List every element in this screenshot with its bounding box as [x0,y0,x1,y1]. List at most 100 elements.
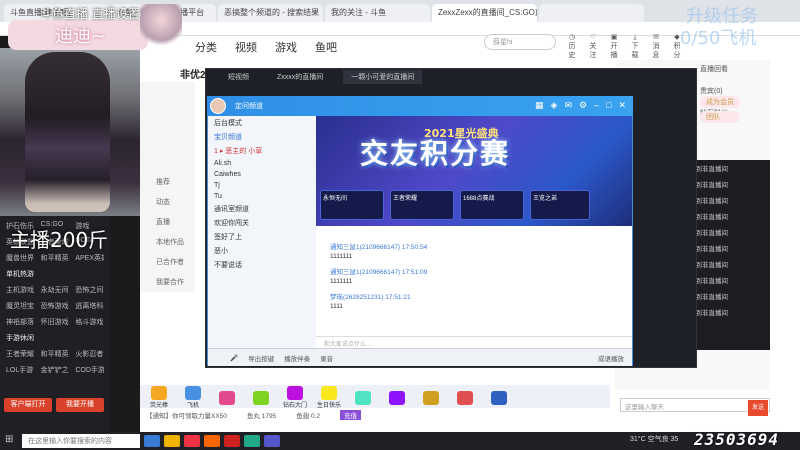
category-item[interactable]: 火影忍者 [75,349,104,359]
gift-item[interactable] [246,390,276,405]
maximize-icon[interactable]: □ [606,100,611,111]
menu-cooperate[interactable]: 我要合作 [140,272,195,292]
tree-item[interactable]: 不要说话 [208,258,316,272]
category-item[interactable]: 恐怖游戏 [41,301,70,311]
category-item[interactable]: 王者荣耀 [6,349,35,359]
gift-item[interactable] [382,390,412,405]
tree-item[interactable]: 1 ▸ 恶主的 小草 [208,144,316,158]
gift-item[interactable]: 生日快乐 [314,386,344,409]
menu-dynamic[interactable]: 动态 [140,192,195,212]
menu-local[interactable]: 本地作品 [140,232,195,252]
minimize-icon[interactable]: – [594,100,599,111]
yy-message-input[interactable]: 和大家说点什么... [316,336,632,348]
gift-item[interactable] [450,390,480,405]
banner-card[interactable]: 王览之弟 [530,190,590,220]
mic-icon[interactable]: 🎤 [230,354,238,362]
category-item[interactable]: 魔兽世界 [6,253,35,263]
nav-fishbar[interactable]: 鱼吧 [315,39,337,55]
client-tab[interactable]: 短视频 [220,70,257,84]
taskbar-search-input[interactable]: 在这里输入你要搜索的内容 [22,434,140,448]
team-button[interactable]: 团队 [700,111,740,123]
gift-item[interactable] [348,390,378,405]
client-tab-active[interactable]: 一颗小可爱的直播间 [343,70,423,84]
settings-icon[interactable]: ⚙ [579,100,587,111]
nav-game[interactable]: 游戏 [275,39,297,55]
tree-item[interactable]: 宝贝频道 [208,130,316,144]
client-tab[interactable]: Zxxxx的直播间 [269,70,331,84]
close-icon[interactable]: ✕ [619,100,627,111]
windows-start-icon[interactable]: ⊞ [5,434,13,445]
app-icon[interactable] [264,435,280,447]
category-item[interactable]: 怀旧游戏 [41,317,70,327]
gift-icon[interactable]: ◈ [551,100,558,111]
gift-item[interactable] [416,390,446,405]
tree-item[interactable]: 通讯室频道 [208,202,316,216]
accompaniment-button[interactable]: 播放伴奏 [284,353,310,363]
category-item[interactable]: LOL手游 [6,365,35,375]
task-view-icon[interactable] [144,435,160,447]
app-icon[interactable] [224,435,240,447]
category-item[interactable]: 和平精英 [41,349,70,359]
category-item[interactable]: 格斗游戏 [75,317,104,327]
tree-item[interactable]: Ali.sh [208,158,316,169]
nav-category[interactable]: 分类 [195,39,217,55]
avatar[interactable] [210,98,226,114]
browser-tab[interactable]: 恶搞整个频道的 - 搜索结果 [218,4,323,22]
category-item[interactable]: COD手游 [75,365,104,375]
menu-live[interactable]: 直播 [140,212,195,232]
menu-partners[interactable]: 已合作者 [140,252,195,272]
app-icon[interactable] [244,435,260,447]
gift-item[interactable]: 荧光棒 [144,386,174,409]
browser-tab[interactable] [539,4,644,22]
open-client-button[interactable]: 客户端打开 [4,398,52,412]
broadcast-icon[interactable]: ▣ 开播 [608,33,620,60]
browser-tab-active[interactable]: ZexxZexx的直播间_CS:GO直播_斗... [432,4,537,22]
file-explorer-icon[interactable] [164,435,180,447]
gift-item[interactable]: 飞机 [178,386,208,409]
category-item[interactable]: 主机游戏 [6,285,35,295]
message-icon[interactable]: ✉ 消息 [650,33,662,60]
export-button[interactable]: 导出按键 [248,353,274,363]
app-icon[interactable] [184,435,200,447]
tab-replay[interactable]: 直播回看 [700,64,728,74]
category-item[interactable]: APEX英雄 [75,253,104,263]
banner-card[interactable]: 王者荣耀 [390,190,454,220]
start-broadcast-button[interactable]: 我要开播 [56,398,104,412]
category-item[interactable]: 魔灵坦宝 [6,301,35,311]
recharge-button[interactable]: 充值 [340,410,362,420]
mail-icon[interactable]: ✉ [564,100,572,111]
category-row: LOL手游金铲铲之战 COD手游 [0,362,110,378]
history-icon[interactable]: ◷ 历史 [566,33,578,60]
tree-item[interactable]: 恶小 [208,244,316,258]
category-item[interactable]: 和平精英 [41,253,70,263]
download-icon[interactable]: ⤓ 下载 [629,33,641,60]
browser-tab[interactable]: 我的关注 - 斗鱼 [325,4,430,22]
become-member-button[interactable]: 成为会员 [700,96,740,108]
category-item[interactable]: 永劫无间 [41,285,70,295]
tree-item[interactable]: Tj [208,180,316,191]
banner-card[interactable]: 永恒无间 [320,190,384,220]
menu-recommend[interactable]: 推荐 [140,172,195,192]
follow-icon[interactable]: ♡ 关注 [587,33,599,60]
banner-card[interactable]: 1688点赛战 [460,190,524,220]
gift-item[interactable] [212,390,242,405]
tree-item[interactable]: Caiwhes [208,169,316,180]
send-button[interactable]: 发送 [748,400,768,416]
app-icon[interactable] [204,435,220,447]
category-item[interactable]: 神祇部落 [6,317,35,327]
nav-video[interactable]: 视频 [235,39,257,55]
site-search-input[interactable]: 薛星hi [484,34,556,50]
category-item[interactable]: 金铲铲之战 [41,365,70,375]
grid-icon[interactable]: ▦ [535,100,544,111]
chat-text: 1111 [330,303,344,310]
gift-item[interactable]: 钻石大门 [280,386,310,409]
tree-item[interactable]: 欢迎你闯关 [208,216,316,230]
record-button[interactable]: 录音 [320,353,333,363]
category-item[interactable]: 恐怖之间 [75,285,104,295]
category-item[interactable]: 逃离塔科夫 [75,301,104,311]
tree-item[interactable]: Tu [208,191,316,202]
gift-item[interactable] [484,390,514,405]
tree-item[interactable]: 签好了上 [208,230,316,244]
tree-item[interactable]: 后台模式 [208,116,316,130]
tab-vip[interactable]: 贵宾(0) [700,86,728,96]
